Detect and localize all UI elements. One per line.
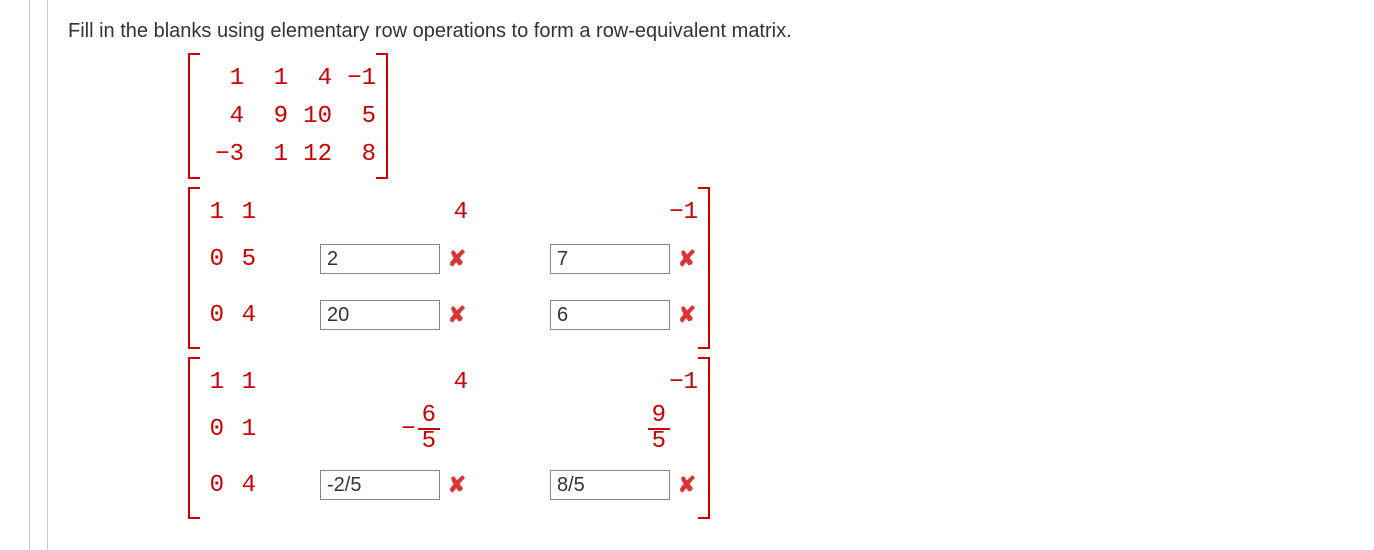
m3-r3c3-input[interactable] xyxy=(320,470,440,500)
m3-r1c3: 4 xyxy=(256,369,468,396)
wrong-icon: ✘ xyxy=(446,472,468,498)
m2-r3c3-input[interactable] xyxy=(320,300,440,330)
matrix-step-1: 1 1 4 −1 0 5 ✘ ✘ xyxy=(188,187,710,349)
m1-r2c3: 10 xyxy=(288,103,332,130)
m2-r1c2: 1 xyxy=(232,199,256,226)
question-content: Fill in the blanks using elementary row … xyxy=(48,0,812,550)
m2-r2c4-input[interactable] xyxy=(550,244,670,274)
m2-r1c3: 4 xyxy=(256,199,468,226)
m1-r3c4: 8 xyxy=(332,141,376,168)
m3-r1c2: 1 xyxy=(232,369,256,396)
left-gutter xyxy=(0,0,30,550)
m3-r1c1: 1 xyxy=(200,369,224,396)
wrong-icon: ✘ xyxy=(446,302,468,328)
m3-r3c4-input[interactable] xyxy=(550,470,670,500)
m1-r3c3: 12 xyxy=(288,141,332,168)
m3-r3c2: 4 xyxy=(232,472,256,499)
m3-r2c4-fraction: 9 5 xyxy=(648,404,670,454)
m2-r3c2: 4 xyxy=(232,302,256,329)
left-sub-gutter xyxy=(30,0,48,550)
question-prompt: Fill in the blanks using elementary row … xyxy=(68,20,792,43)
m1-r2c1: 4 xyxy=(200,103,244,130)
m3-r1c4: −1 xyxy=(486,369,698,396)
wrong-icon: ✘ xyxy=(446,246,468,272)
m2-r3c4-input[interactable] xyxy=(550,300,670,330)
m3-r3c1: 0 xyxy=(200,472,224,499)
minus-sign: − xyxy=(401,416,415,443)
m2-r3c1: 0 xyxy=(200,302,224,329)
m1-r3c2: 1 xyxy=(244,141,288,168)
m3-r2c1: 0 xyxy=(200,416,224,443)
m1-r1c4: −1 xyxy=(332,65,376,92)
wrong-icon: ✘ xyxy=(676,246,698,272)
m1-r1c2: 1 xyxy=(244,65,288,92)
m1-r1c3: 4 xyxy=(288,65,332,92)
m2-r2c1: 0 xyxy=(200,246,224,273)
m2-r1c1: 1 xyxy=(200,199,224,226)
matrix-original: 1 1 4 −1 4 9 10 5 −3 1 12 8 xyxy=(188,53,388,179)
wrong-icon: ✘ xyxy=(676,472,698,498)
m1-r3c1: −3 xyxy=(200,141,244,168)
m1-r2c4: 5 xyxy=(332,103,376,130)
m1-r1c1: 1 xyxy=(200,65,244,92)
wrong-icon: ✘ xyxy=(676,302,698,328)
m1-r2c2: 9 xyxy=(244,103,288,130)
m3-r2c2: 1 xyxy=(232,416,256,443)
m2-r2c2: 5 xyxy=(232,246,256,273)
m3-r2c3-fraction: 6 5 xyxy=(418,404,440,454)
m2-r2c3-input[interactable] xyxy=(320,244,440,274)
matrix-step-2: 1 1 4 −1 0 1 − 6 5 xyxy=(188,357,710,519)
m2-r1c4: −1 xyxy=(486,199,698,226)
